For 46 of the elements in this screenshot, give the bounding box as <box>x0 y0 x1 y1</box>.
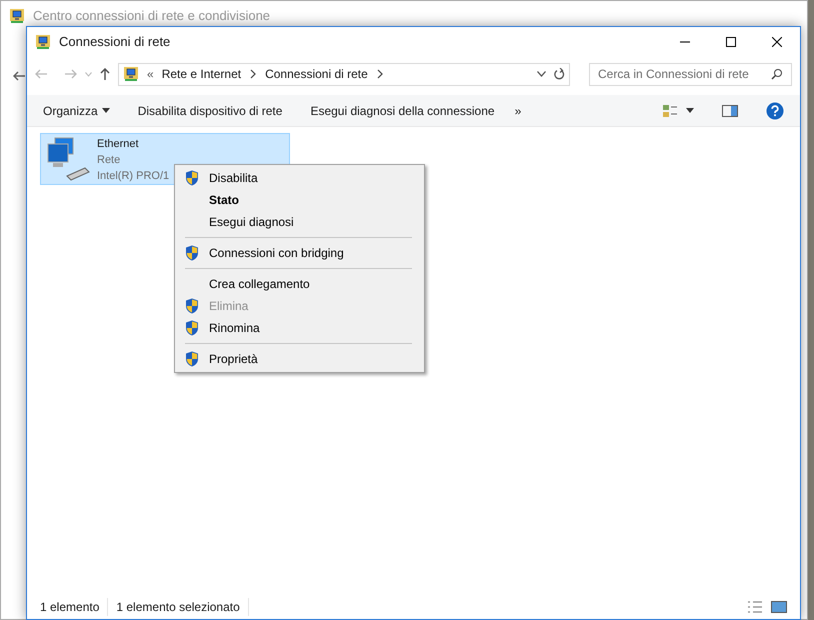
view-options-icon[interactable] <box>662 104 694 118</box>
address-field[interactable]: « Rete e Internet Connessioni di rete <box>118 62 570 86</box>
status-text: 1 elemento selezionato <box>116 598 249 616</box>
breadcrumb[interactable]: Connessioni di rete <box>265 65 368 83</box>
menu-item[interactable]: Esegui diagnosi <box>175 211 424 233</box>
refresh-icon[interactable] <box>554 68 565 80</box>
breadcrumb[interactable]: Rete e Internet <box>162 65 242 83</box>
window-title: Centro connessioni di rete e condivisione <box>33 7 270 26</box>
maximize-icon <box>726 37 736 47</box>
search-field[interactable]: Cerca in Connessioni di rete <box>589 62 792 86</box>
organize-button[interactable]: Organizza <box>43 102 110 120</box>
dropdown-icon[interactable] <box>537 71 546 77</box>
overflow-icon[interactable]: « <box>147 65 154 83</box>
details-view-icon[interactable] <box>747 601 763 613</box>
network-folder-icon <box>123 66 139 82</box>
shield-icon <box>185 245 199 261</box>
preview-pane-icon[interactable] <box>722 104 738 116</box>
item-name: Ethernet <box>97 137 140 152</box>
menu-item[interactable]: Connessioni con bridging <box>175 242 424 264</box>
back-arrow-icon <box>13 71 26 81</box>
window-title: Connessioni di rete <box>59 33 172 52</box>
menu-item[interactable]: Rinomina <box>175 317 424 339</box>
shield-icon <box>185 320 199 336</box>
more-button[interactable]: » <box>514 102 522 120</box>
network-folder-icon <box>35 34 51 50</box>
toolbar-button[interactable]: Disabilita dispositivo di rete <box>138 102 282 120</box>
search-input[interactable]: Cerca in Connessioni di rete <box>598 65 771 83</box>
menu-item[interactable]: Proprietà <box>175 348 424 370</box>
shield-icon <box>185 298 199 314</box>
shield-icon <box>185 170 199 186</box>
close-icon <box>772 37 782 47</box>
menu-item[interactable]: Crea collegamento <box>175 273 424 295</box>
large-icons-view-icon[interactable] <box>771 601 787 613</box>
up-icon[interactable] <box>100 68 110 80</box>
shield-icon <box>185 351 199 367</box>
caret-icon <box>102 108 110 113</box>
item-status: Rete <box>97 153 122 168</box>
chevron-right-icon <box>376 69 384 79</box>
menu-item[interactable]: Stato <box>175 189 424 211</box>
search-icon <box>771 68 783 80</box>
network-folder-icon <box>9 8 25 24</box>
chevron-right-icon <box>249 69 258 79</box>
status-text: 1 elemento <box>40 598 108 616</box>
toolbar-button[interactable]: Esegui diagnosi della connessione <box>310 102 495 120</box>
item-device: Intel(R) PRO/1 <box>97 169 170 184</box>
help-icon[interactable] <box>766 102 784 120</box>
